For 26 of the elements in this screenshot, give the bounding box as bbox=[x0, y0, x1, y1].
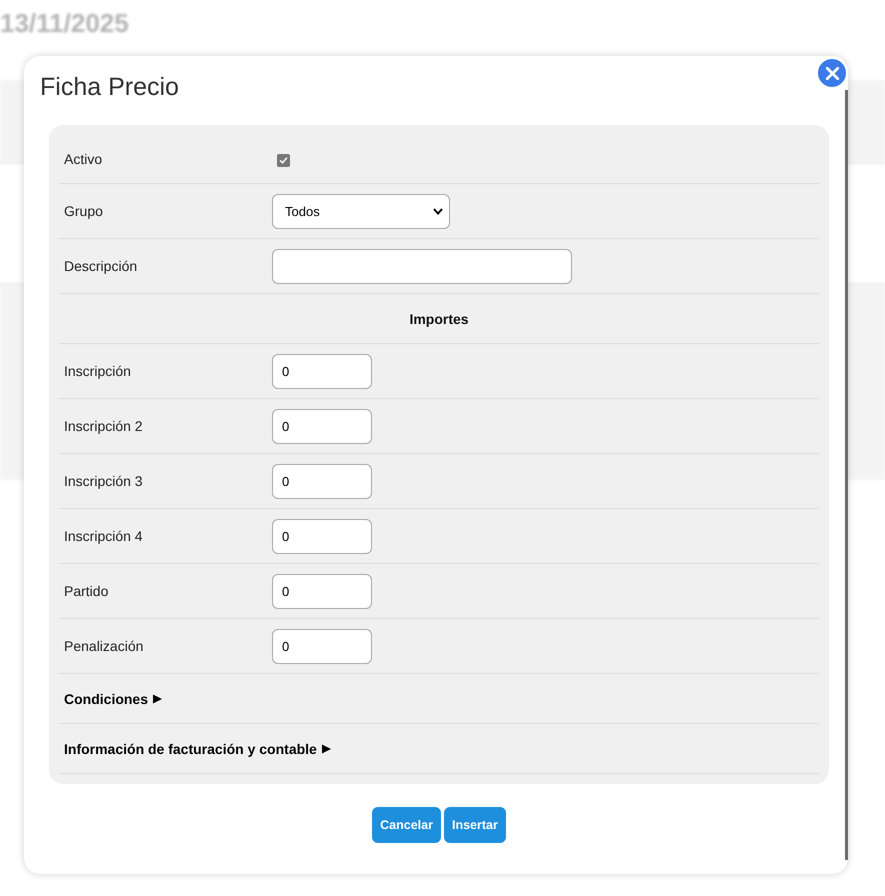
dialog-title: Ficha Precio bbox=[40, 72, 179, 102]
field-label: Activo bbox=[64, 151, 102, 167]
field-label: Descripción bbox=[64, 258, 138, 274]
scrollbar-thumb[interactable] bbox=[845, 90, 848, 860]
field-label: Grupo bbox=[64, 203, 103, 219]
section-toggle[interactable]: Información de facturación y contable bbox=[64, 740, 331, 756]
field-label: Penalización bbox=[64, 638, 144, 654]
section-toggle[interactable]: Condiciones bbox=[64, 690, 162, 706]
date-text: 13/11/2025 bbox=[0, 8, 129, 38]
amount-input[interactable]: 0 bbox=[272, 574, 372, 608]
group-select[interactable]: Todos bbox=[272, 194, 450, 228]
close-icon bbox=[826, 66, 838, 80]
field-label: Inscripción bbox=[64, 363, 131, 379]
amount-input[interactable]: 0 bbox=[272, 628, 372, 664]
field-label: Inscripción 2 bbox=[64, 418, 143, 434]
close-button[interactable] bbox=[816, 57, 848, 89]
section-heading: Importes bbox=[409, 310, 469, 326]
amount-input[interactable]: 0 bbox=[272, 354, 372, 388]
field-label: Inscripción 4 bbox=[64, 528, 143, 544]
amount-input[interactable]: 0 bbox=[272, 408, 372, 444]
field-label: Inscripción 3 bbox=[64, 473, 143, 489]
amount-input[interactable]: 0 bbox=[272, 464, 372, 498]
amount-input[interactable]: 0 bbox=[272, 518, 372, 554]
chevron-down-icon bbox=[433, 208, 443, 214]
field-label: Partido bbox=[64, 583, 108, 599]
description-input[interactable] bbox=[272, 248, 572, 284]
